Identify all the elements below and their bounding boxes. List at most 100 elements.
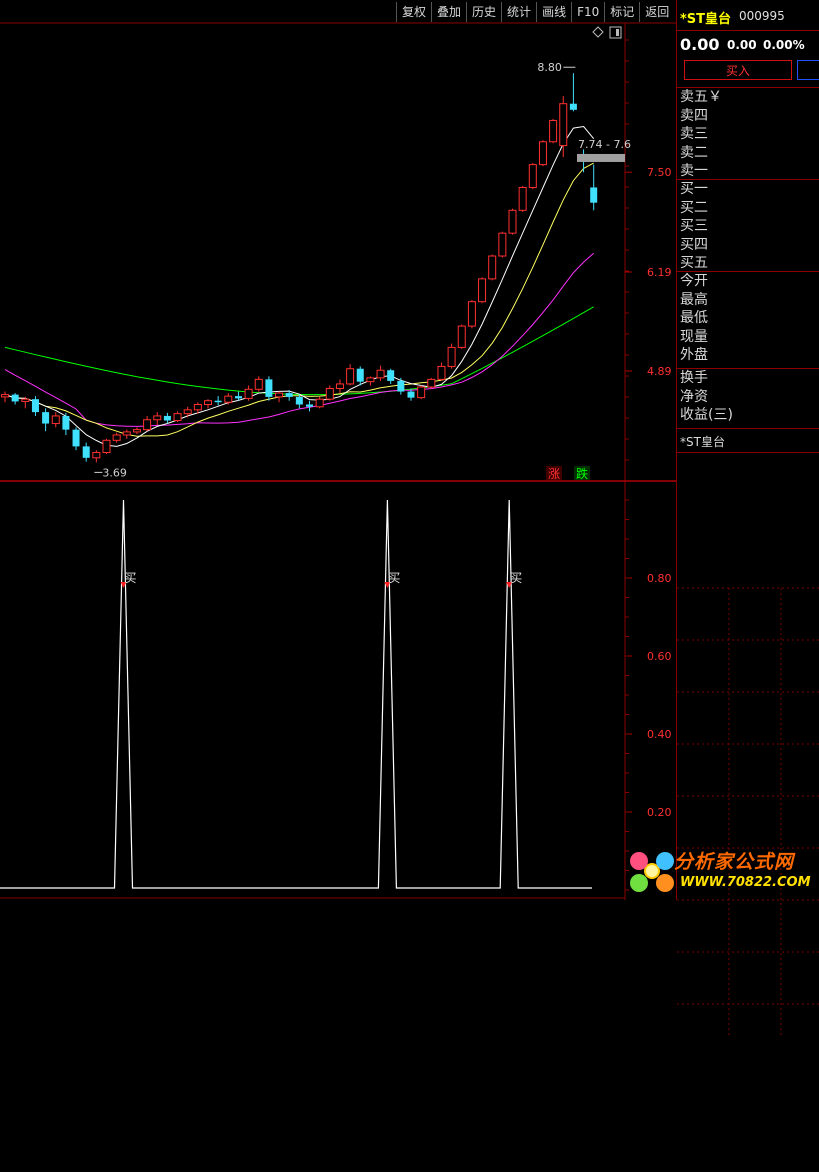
candle-body: [275, 392, 284, 398]
candle-body: [590, 187, 598, 203]
candle-body: [224, 395, 233, 403]
low-price-label: 3.69: [102, 466, 127, 479]
candle-body: [335, 383, 344, 390]
stock-code: 000995: [739, 9, 785, 23]
quote-row-label: 买四: [680, 236, 708, 253]
window-toggle-icon[interactable]: [609, 26, 622, 39]
price-change: 0.00: [727, 38, 757, 52]
candle-body: [417, 386, 426, 399]
toolbar-item-4[interactable]: 画线: [536, 2, 571, 22]
kline-chart[interactable]: 7.50 6.19 4.89 0.80 0.60 0.40 0.20 8.80 3.69 7.…: [0, 0, 676, 900]
quote-grid: [677, 587, 819, 1036]
candle-body: [478, 278, 487, 303]
candle-body: [143, 419, 152, 431]
buy-button[interactable]: 买入: [684, 60, 792, 80]
window-toggle-bar-icon: [616, 29, 619, 36]
quote-row-label: 买三: [680, 218, 708, 234]
last-price: 0.00: [680, 35, 720, 54]
candle-body: [31, 399, 39, 413]
candle-body: [437, 365, 446, 380]
toolbar-item-2[interactable]: 历史: [466, 2, 501, 22]
candle-body: [518, 186, 527, 211]
toolbar-item-6[interactable]: 标记: [604, 2, 639, 22]
quote-row-label: 现量: [680, 328, 708, 345]
toolbar-item-5[interactable]: F10: [571, 2, 604, 22]
candle-body: [102, 439, 111, 453]
legend-up-label: 涨: [548, 466, 560, 481]
candle-body: [153, 415, 162, 421]
range-tag-label: 7.74 - 7.6: [578, 138, 631, 151]
price-tick-label: 6.19: [647, 266, 672, 279]
candle-body: [508, 209, 517, 234]
price-tick-label: 7.50: [647, 166, 672, 179]
signal-label: 买: [388, 571, 400, 585]
site-logo: 分析家公式网 WWW.70822.COM: [622, 843, 819, 900]
quote-row-label: 卖五￥: [680, 89, 722, 105]
candle-body: [1, 394, 9, 398]
quote-row-label: 卖三: [680, 126, 708, 142]
quote-row-label: 卖四: [680, 107, 708, 124]
candle-body: [488, 255, 497, 280]
legend-down-label: 跌: [576, 466, 588, 481]
candle-body: [254, 378, 263, 390]
candle-body: [498, 232, 507, 257]
candle-body: [92, 451, 101, 459]
quote-row-label: 净资: [680, 388, 708, 405]
legend: 涨跌: [546, 466, 590, 481]
finance-section: 换手 净资 收益(三): [677, 368, 819, 425]
candle-body: [244, 388, 253, 399]
toolbar-item-1[interactable]: 叠加: [431, 2, 466, 22]
candle-body: [306, 404, 313, 407]
price-axis: 7.50 6.19 4.89: [625, 39, 672, 461]
flower-logo-icon: [630, 852, 674, 892]
candle-body: [569, 103, 577, 110]
quote-row-label: 最低: [680, 310, 708, 326]
candle-body: [72, 429, 80, 447]
candle-body: [285, 393, 293, 397]
divider: [677, 30, 819, 31]
candle-body: [538, 141, 547, 166]
quote-row-label: 换手: [680, 370, 708, 386]
candle-body: [183, 409, 192, 415]
indicator-tick-label: 0.20: [647, 806, 672, 819]
candle-body: [204, 400, 212, 406]
signal-label: 买: [510, 571, 522, 585]
indicator-pane: 买买买: [0, 499, 592, 889]
candle-body: [265, 379, 273, 397]
chart-frame: [0, 22, 676, 900]
toolbar-item-3[interactable]: 统计: [501, 2, 536, 22]
candle-body: [132, 429, 141, 433]
candle-body: [163, 415, 171, 421]
quote-row-label: 最高: [680, 291, 708, 308]
quote-row-label: 卖二: [680, 144, 708, 161]
stats-section: 今开最高最低现量外盘: [677, 271, 819, 365]
candle-body: [122, 431, 131, 436]
candle-body: [427, 378, 436, 388]
diamond-icon[interactable]: [592, 26, 604, 38]
candle-body: [559, 103, 568, 147]
sell-button[interactable]: [797, 60, 819, 80]
candle-body: [295, 396, 303, 405]
candle-body: [82, 446, 90, 458]
candle-body: [407, 391, 415, 398]
quote-row-label: 买五: [680, 255, 708, 271]
candle-body: [315, 398, 324, 408]
chart-toolbar: 复权 叠加 历史 统计 画线 F10 标记 返回: [396, 2, 674, 22]
logo-url: WWW.70822.COM: [680, 875, 811, 890]
toolbar-item-0[interactable]: 复权: [396, 2, 431, 22]
ask-section: 卖五￥ 卖四卖三卖二卖一: [677, 87, 819, 181]
candle-body: [447, 346, 456, 367]
candle-body: [193, 404, 202, 411]
candle-body: [11, 394, 19, 402]
candle-body: [387, 370, 395, 381]
candle-body: [457, 325, 466, 348]
quote-row-label: 今开: [680, 273, 708, 289]
stock-name: *ST皇台: [680, 12, 732, 27]
top-pane-icons[interactable]: [592, 26, 622, 39]
candle-body: [549, 119, 558, 143]
toolbar-item-7[interactable]: 返回: [639, 2, 674, 22]
quote-row-label: 卖一: [680, 163, 708, 179]
quote-row-label: 外盘: [680, 347, 708, 363]
quote-row-label: 买一: [680, 181, 708, 197]
candle-body: [51, 415, 60, 425]
